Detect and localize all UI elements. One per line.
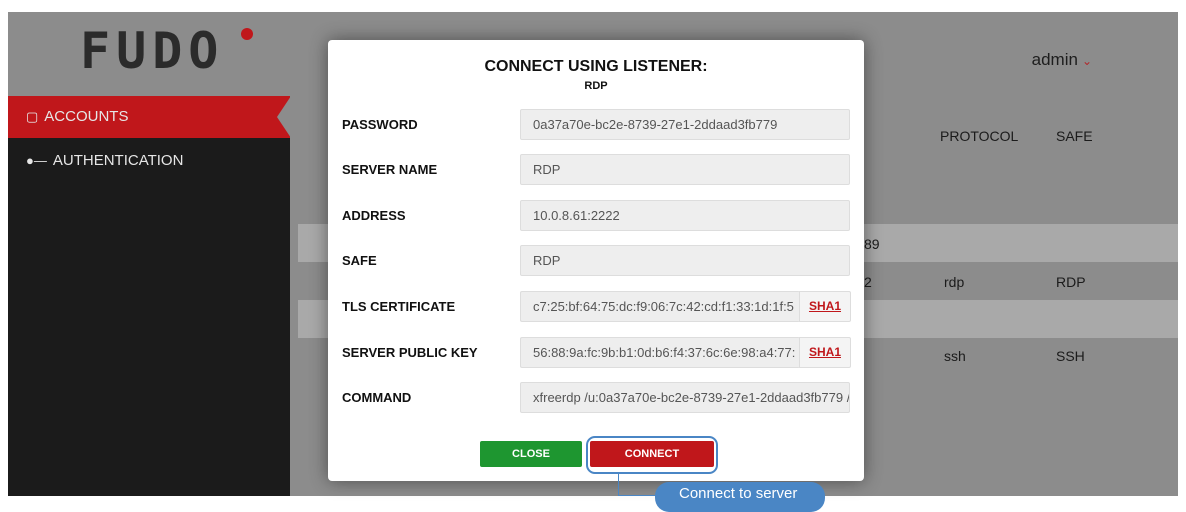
column-header-safe[interactable]: SAFE <box>1056 128 1093 144</box>
sidebar-item-authentication[interactable]: ●— AUTHENTICATION <box>8 140 290 182</box>
table-cell-safe: RDP <box>1056 274 1086 290</box>
fudo-logo: FUDO <box>80 22 225 80</box>
public-key-sha1-link[interactable]: SHA1 <box>799 337 851 368</box>
table-cell-safe: SSH <box>1056 348 1085 364</box>
user-name: admin <box>1031 50 1078 69</box>
command-field[interactable]: xfreerdp /u:0a37a70e-bc2e-8739-27e1-2dda… <box>520 382 850 413</box>
address-field[interactable]: 10.0.8.61:2222 <box>520 200 850 231</box>
server-public-key-label: SERVER PUBLIC KEY <box>342 345 478 360</box>
dialog-title: CONNECT USING LISTENER: <box>484 58 708 75</box>
connect-tooltip: Connect to server <box>655 482 825 512</box>
server-name-field[interactable]: RDP <box>520 154 850 185</box>
connect-button[interactable]: CONNECT <box>590 441 714 467</box>
safe-label: SAFE <box>342 253 377 268</box>
password-field[interactable]: 0a37a70e-bc2e-8739-27e1-2ddaad3fb779 <box>520 109 850 140</box>
tls-certificate-label: TLS CERTIFICATE <box>342 299 456 314</box>
user-menu[interactable]: admin ⌄ <box>1032 50 1092 70</box>
table-cell-protocol: ssh <box>944 348 966 364</box>
password-label: PASSWORD <box>342 117 418 132</box>
chevron-down-icon: ⌄ <box>1081 54 1092 68</box>
table-cell-protocol: rdp <box>944 274 965 290</box>
address-label: ADDRESS <box>342 208 406 223</box>
dialog-subtitle: RDP <box>584 80 608 92</box>
sidebar-item-accounts[interactable]: ▢ ACCOUNTS <box>8 96 291 138</box>
safe-field[interactable]: RDP <box>520 245 850 276</box>
book-icon: ▢ <box>26 109 39 124</box>
sidebar: ▢ ACCOUNTS ●— AUTHENTICATION <box>8 96 291 496</box>
logo-dot-icon <box>241 28 253 40</box>
table-cell-partial: 89 <box>864 236 880 252</box>
sidebar-item-label: ACCOUNTS <box>44 108 129 125</box>
server-public-key-field[interactable]: 56:88:9a:fc:9b:b1:0d:b6:f4:37:6c:6e:98:a… <box>520 337 800 368</box>
tls-sha1-link[interactable]: SHA1 <box>799 291 851 322</box>
command-label: COMMAND <box>342 390 412 405</box>
column-header-protocol[interactable]: PROTOCOL <box>940 128 1018 144</box>
tls-certificate-field[interactable]: c7:25:bf:64:75:dc:f9:06:7c:42:cd:f1:33:1… <box>520 291 800 322</box>
key-icon: ●— <box>26 153 47 168</box>
connect-dialog: CONNECT USING LISTENER: RDP PASSWORD 0a3… <box>328 40 864 481</box>
close-button[interactable]: CLOSE <box>480 441 582 467</box>
sidebar-item-label: AUTHENTICATION <box>52 152 184 169</box>
server-name-label: SERVER NAME <box>342 162 438 177</box>
table-cell-partial: 2 <box>864 274 872 290</box>
